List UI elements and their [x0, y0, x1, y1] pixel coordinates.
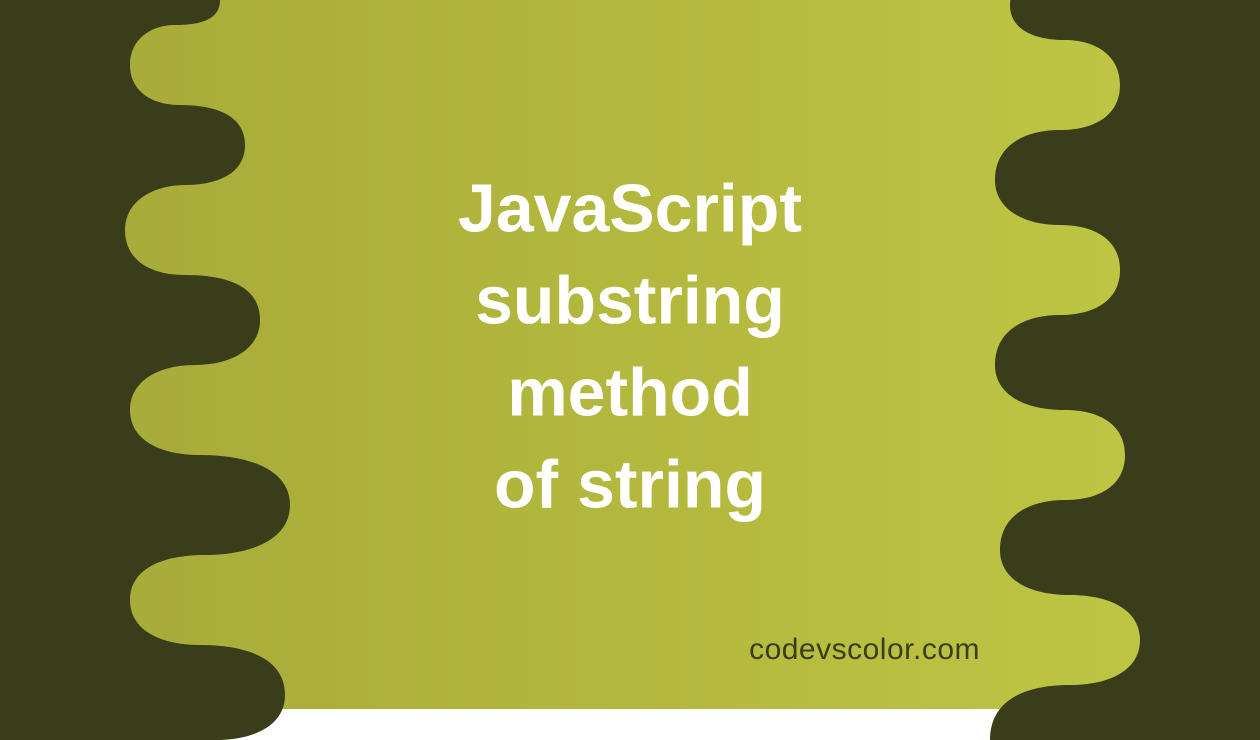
watermark-text: codevscolor.com: [749, 633, 980, 667]
banner-canvas: JavaScript substring method of string co…: [0, 0, 1260, 709]
banner-title: JavaScript substring method of string: [0, 164, 1260, 531]
